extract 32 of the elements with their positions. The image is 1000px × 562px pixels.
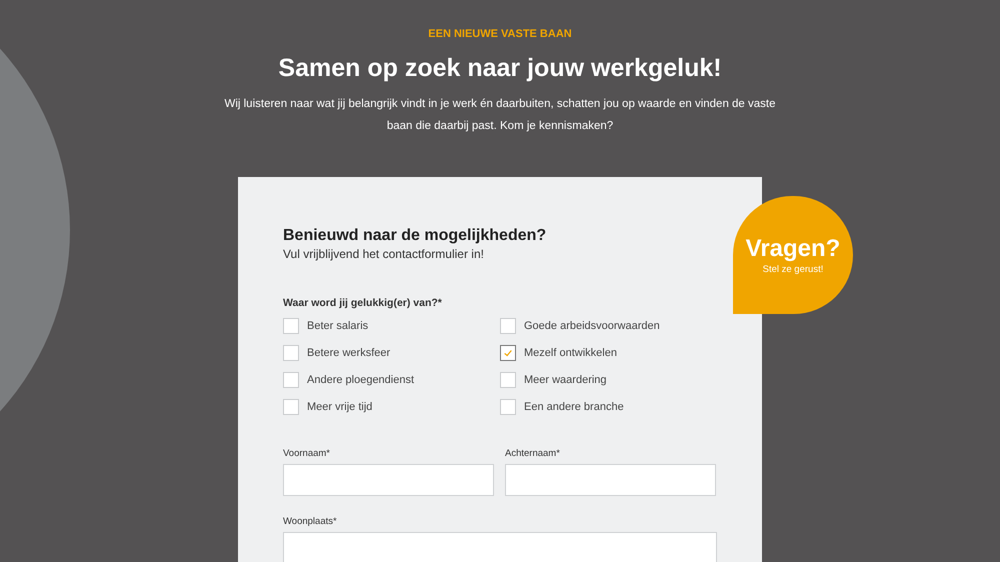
- checkbox[interactable]: [283, 399, 299, 415]
- checkbox[interactable]: [283, 318, 299, 334]
- checkbox[interactable]: [283, 372, 299, 388]
- questions-badge[interactable]: Vragen? Stel ze gerust!: [733, 196, 853, 314]
- field-label: Achternaam*: [505, 448, 561, 459]
- option-label: Mezelf ontwikkelen: [524, 347, 617, 359]
- option-label: Meer vrije tijd: [307, 401, 372, 413]
- input-field[interactable]: [505, 464, 716, 496]
- checkbox[interactable]: [500, 345, 516, 361]
- checkbox[interactable]: [500, 318, 516, 334]
- option-label: Goede arbeidsvoorwaarden: [524, 320, 660, 332]
- intro-text: Wij luisteren naar wat jij belangrijk vindt in je werk én daarbuiten, schatten jou op waarde en vinden de vaste baan die daarbij past. Kom je kennismaken?: [223, 97, 777, 134]
- input-field[interactable]: [283, 464, 494, 496]
- option-label: Andere ploegendienst: [307, 374, 414, 386]
- checkmark-icon: [503, 348, 513, 358]
- input-field[interactable]: [283, 532, 717, 562]
- option-label: Een andere branche: [524, 401, 624, 413]
- field-label: Voornaam*: [283, 448, 332, 459]
- question-label: Waar word jij gelukkig(er) van?*: [283, 297, 443, 309]
- option-label: Betere werksfeer: [307, 347, 390, 359]
- option-label: Beter salaris: [307, 320, 368, 332]
- field-label: Woonplaats*: [283, 516, 338, 527]
- page-title: Samen op zoek naar jouw werkgeluk!: [278, 54, 722, 83]
- badge-title: Vragen?: [746, 235, 840, 263]
- badge-subtitle: Stel ze gerust!: [762, 264, 824, 275]
- form-title: Benieuwd naar de mogelijkheden?: [283, 227, 548, 245]
- checkbox[interactable]: [500, 372, 516, 388]
- eyebrow-label: EEN NIEUWE VASTE BAAN: [428, 28, 572, 40]
- form-subtitle: Vul vrijblijvend het contactformulier in!: [283, 247, 485, 261]
- checkbox[interactable]: [283, 345, 299, 361]
- option-label: Meer waardering: [524, 374, 607, 386]
- checkbox[interactable]: [500, 399, 516, 415]
